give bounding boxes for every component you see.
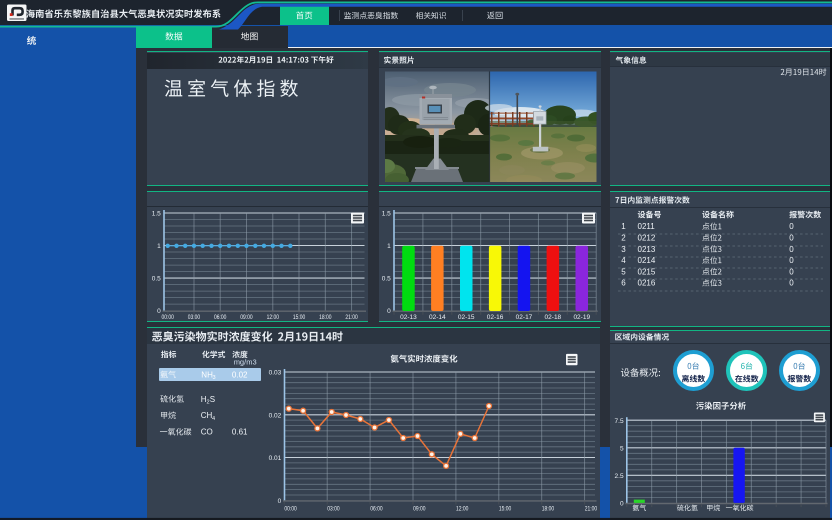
svg-text:4: 4	[212, 416, 215, 422]
svg-text:1.5: 1.5	[152, 211, 161, 218]
svg-text:18:00: 18:00	[542, 506, 555, 513]
svg-text:5: 5	[620, 445, 624, 452]
svg-text:0215: 0215	[638, 267, 656, 276]
svg-text:S: S	[210, 395, 215, 404]
svg-text:0.01: 0.01	[269, 455, 282, 462]
svg-text:0: 0	[789, 245, 794, 254]
svg-text:0: 0	[789, 234, 794, 243]
svg-text:0: 0	[789, 267, 794, 276]
svg-text:00:00: 00:00	[162, 314, 175, 321]
svg-text:0.5: 0.5	[382, 276, 391, 283]
svg-text:02-16: 02-16	[487, 314, 504, 321]
svg-text:1: 1	[387, 243, 391, 250]
svg-text:7.5: 7.5	[615, 418, 624, 425]
svg-text:02-13: 02-13	[400, 314, 417, 321]
svg-text:0214: 0214	[638, 256, 656, 265]
svg-text:06:00: 06:00	[214, 314, 227, 321]
svg-text:09:00: 09:00	[240, 314, 253, 321]
svg-text:0.02: 0.02	[269, 412, 282, 419]
svg-text:15:00: 15:00	[293, 314, 306, 321]
svg-text:0213: 0213	[638, 245, 656, 254]
svg-text:5: 5	[621, 267, 626, 276]
svg-text:02-18: 02-18	[545, 314, 562, 321]
svg-text:CO: CO	[201, 428, 213, 437]
svg-text:0.02: 0.02	[232, 370, 248, 379]
svg-text:03:00: 03:00	[188, 314, 201, 321]
svg-text:NH: NH	[201, 370, 213, 379]
svg-text:02-17: 02-17	[516, 314, 533, 321]
svg-text:0: 0	[789, 256, 794, 265]
svg-text:03:00: 03:00	[327, 506, 340, 513]
svg-text:6: 6	[621, 279, 626, 288]
svg-text:3: 3	[621, 245, 626, 254]
svg-text:0.5: 0.5	[152, 276, 161, 283]
svg-text:02-19: 02-19	[573, 314, 590, 321]
svg-text:0: 0	[387, 308, 391, 315]
svg-text:mg/m3: mg/m3	[234, 357, 257, 366]
svg-text:02-14: 02-14	[429, 314, 446, 321]
svg-text:09:00: 09:00	[413, 506, 426, 513]
svg-text:1.5: 1.5	[382, 211, 391, 218]
svg-text:0: 0	[789, 222, 794, 231]
svg-text:0: 0	[278, 498, 282, 505]
svg-text:0211: 0211	[638, 222, 656, 231]
svg-text:15:00: 15:00	[499, 506, 512, 513]
svg-text:00:00: 00:00	[284, 506, 297, 513]
svg-text:21:00: 21:00	[345, 314, 358, 321]
svg-text:21:00: 21:00	[585, 506, 598, 513]
svg-text:3: 3	[213, 375, 216, 381]
svg-text:0.03: 0.03	[269, 370, 282, 377]
svg-text:0216: 0216	[638, 279, 656, 288]
svg-text:18:00: 18:00	[319, 314, 332, 321]
svg-text:12:00: 12:00	[267, 314, 280, 321]
svg-text:2: 2	[621, 234, 626, 243]
svg-text:0.61: 0.61	[232, 428, 248, 437]
svg-text:0212: 0212	[638, 234, 656, 243]
svg-text:2.5: 2.5	[615, 473, 624, 480]
svg-text:1: 1	[621, 222, 626, 231]
svg-text:06:00: 06:00	[370, 506, 383, 513]
svg-text:0: 0	[620, 501, 624, 508]
svg-text:0: 0	[789, 279, 794, 288]
svg-text:4: 4	[621, 256, 626, 265]
svg-text:CH: CH	[201, 411, 213, 420]
svg-text:1: 1	[157, 243, 161, 250]
svg-text:12:00: 12:00	[456, 506, 469, 513]
svg-text:02-15: 02-15	[458, 314, 475, 321]
